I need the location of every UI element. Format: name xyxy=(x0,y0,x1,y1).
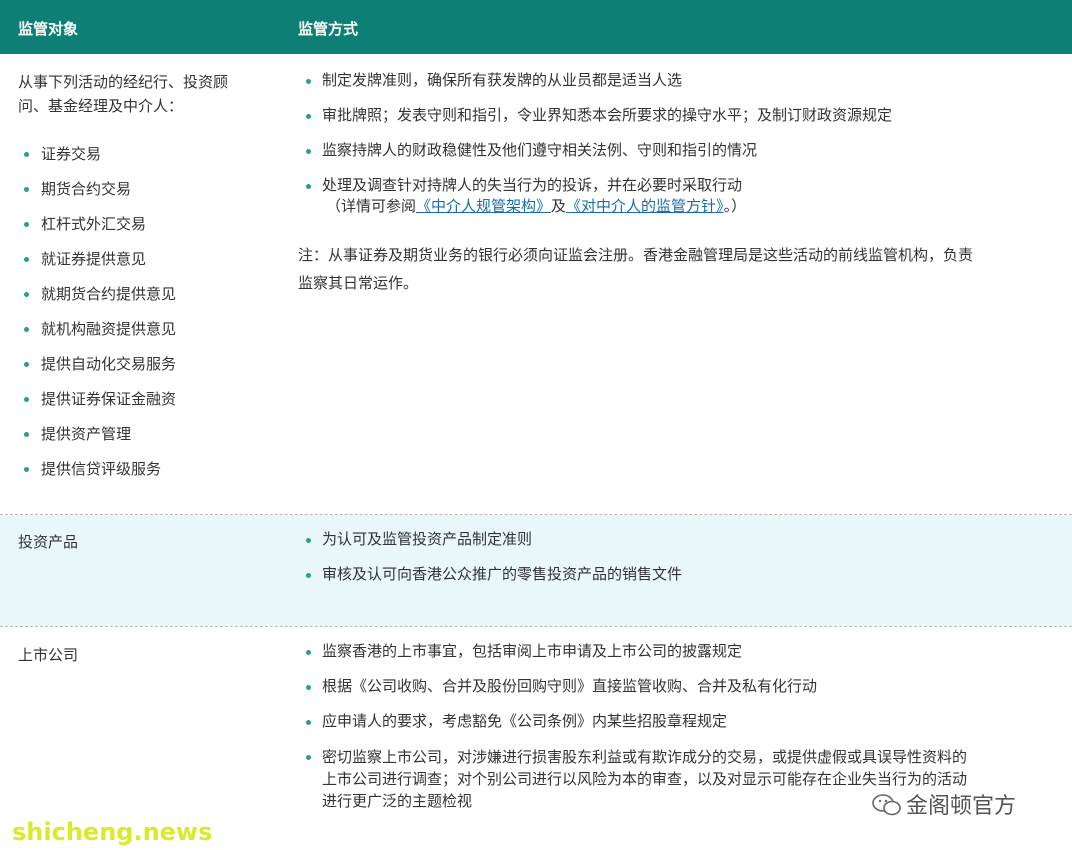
bullet-icon xyxy=(24,327,29,332)
list-item-label: 根据《公司收购、合并及股份回购守则》直接监管收购、合并及私有化行动 xyxy=(322,677,818,695)
detail-links: （详情可参阅《中介人规管架构》及《对中介人的监管方针》。） xyxy=(326,196,746,217)
bullet-icon xyxy=(24,152,29,157)
list-item-label: 监察香港的上市事宜，包括审阅上市申请及上市公司的披露规定 xyxy=(322,642,743,660)
table-header: 监管对象 监管方式 xyxy=(0,0,1072,54)
bullet-icon xyxy=(24,397,29,402)
list-item-label: 为认可及监管投资产品制定准则 xyxy=(322,530,533,548)
note-line1: 注：从事证券及期货业务的银行必须向证监会注册。香港金融管理局是这些活动的前线监管… xyxy=(298,246,974,264)
list-item-label: 制定发牌准则，确保所有获发牌的从业员都是适当人选 xyxy=(322,71,683,89)
bullet-icon xyxy=(24,467,29,472)
list-item-label: 提供证券保证金融资 xyxy=(41,390,177,408)
list-item-label: 提供资产管理 xyxy=(41,425,132,443)
bullet-icon xyxy=(24,187,29,192)
list-item-label: 提供信贷评级服务 xyxy=(41,460,162,478)
table-row: 从事下列活动的经纪行、投资顾 问、基金经理及中介人： 证券交易 期货合约交易 杠… xyxy=(0,54,1072,514)
bullet-icon xyxy=(306,573,311,578)
wechat-icon xyxy=(872,794,901,816)
list-item-label: 审批牌照；发表守则和指引，令业界知悉本会所要求的操守水平；及制订财政资源规定 xyxy=(322,106,893,124)
bullet-icon xyxy=(24,292,29,297)
row1-intro-line1: 从事下列活动的经纪行、投资顾 xyxy=(18,73,229,91)
row1-intro-line2: 问、基金经理及中介人： xyxy=(18,97,184,115)
list-item-label: 应申请人的要求，考虑豁免《公司条例》内某些招股章程规定 xyxy=(322,712,728,730)
row2-label: 投资产品 xyxy=(18,533,79,551)
bullet-icon xyxy=(306,755,311,760)
row1-intro: 从事下列活动的经纪行、投资顾 问、基金经理及中介人： xyxy=(18,70,228,118)
list-item-label: 期货合约交易 xyxy=(41,180,132,198)
bullet-icon xyxy=(306,114,311,119)
note-line2: 监察其日常运作。 xyxy=(298,274,419,292)
list-item-label: 就机构融资提供意见 xyxy=(41,320,177,338)
list-item-line: 密切监察上市公司，对涉嫌进行损害股东利益或有欺诈成分的交易，或提供虚假或具误导性… xyxy=(322,748,968,766)
bullet-icon xyxy=(306,685,311,690)
list-item-label: 杠杆式外汇交易 xyxy=(41,215,147,233)
bullet-icon xyxy=(306,79,311,84)
bullet-icon xyxy=(24,222,29,227)
detail-and: 及 xyxy=(551,197,567,215)
bullet-icon xyxy=(306,650,311,655)
bullet-icon xyxy=(306,720,311,725)
detail-suffix: 。） xyxy=(723,197,747,215)
detail-prefix: （详情可参阅 xyxy=(326,197,417,215)
list-item-label: 就期货合约提供意见 xyxy=(41,285,177,303)
bullet-icon xyxy=(306,149,311,154)
link-intermediary-approach[interactable]: 《对中介人的监管方针》 xyxy=(566,197,724,215)
list-item-label: 密切监察上市公司，对涉嫌进行损害股东利益或有欺诈成分的交易，或提供虚假或具误导性… xyxy=(322,746,967,812)
header-col-method: 监管方式 xyxy=(298,20,359,38)
note-text: 注：从事证券及期货业务的银行必须向证监会注册。香港金融管理局是这些活动的前线监管… xyxy=(298,241,1063,297)
list-item-line: 进行更广泛的主题检视 xyxy=(322,792,473,810)
list-item-label: 处理及调查针对持牌人的失当行为的投诉，并在必要时采取行动 xyxy=(322,176,743,194)
list-item-label: 证券交易 xyxy=(41,145,102,163)
list-item-label: 监察持牌人的财政稳健性及他们遵守相关法例、守则和指引的情况 xyxy=(322,141,758,159)
watermark-text: shicheng.news xyxy=(12,818,213,846)
wechat-account-label: 金阁顿官方 xyxy=(906,794,1017,819)
list-item-label: 审核及认可向香港公众推广的零售投资产品的销售文件 xyxy=(322,565,683,583)
list-item-line: 上市公司进行调查；对个别公司进行以风险为本的审查，以及对显示可能存在企业失当行为… xyxy=(322,770,968,788)
header-col-target: 监管对象 xyxy=(18,20,79,38)
bullet-icon xyxy=(24,432,29,437)
list-item-label: 提供自动化交易服务 xyxy=(41,355,177,373)
row3-label: 上市公司 xyxy=(18,646,79,664)
bullet-icon xyxy=(24,362,29,367)
list-item-label: 就证券提供意见 xyxy=(41,250,147,268)
bullet-icon xyxy=(306,538,311,543)
link-intermediary-framework[interactable]: 《中介人规管架构》 xyxy=(416,197,551,215)
bullet-icon xyxy=(306,184,311,189)
table-row: 投资产品 为认可及监管投资产品制定准则 审核及认可向香港公众推广的零售投资产品的… xyxy=(0,515,1072,626)
bullet-icon xyxy=(24,257,29,262)
